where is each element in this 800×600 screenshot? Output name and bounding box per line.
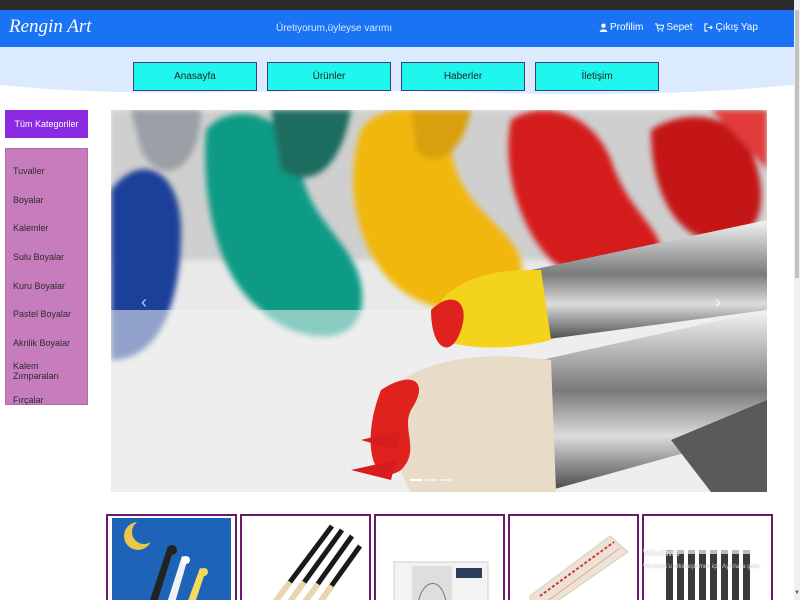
logout-icon	[704, 23, 714, 32]
navbar: Rengin Art Üretiyorum,üyleyse varımı Pro…	[0, 10, 794, 47]
pencil-set-image	[644, 516, 771, 600]
product-card-sketch-book[interactable]	[374, 514, 505, 600]
product-card-painted-brushes[interactable]	[106, 514, 237, 600]
menu-products-button[interactable]: Ürünler	[267, 62, 391, 91]
category-item-sulu-boyalar[interactable]: Sulu Boyalar	[6, 243, 87, 272]
scrollbar-thumb[interactable]	[795, 10, 799, 278]
category-item-kalemler[interactable]: Kalemler	[6, 214, 87, 243]
profile-link-label: Profilim	[610, 22, 644, 33]
logout-link-label: Çıkış Yap	[715, 22, 758, 33]
category-item-kuru-boyalar[interactable]: Kuru Boyalar	[6, 271, 87, 300]
painted-brushes-image	[112, 518, 231, 600]
brush-set-image	[242, 516, 369, 600]
slogan: Üretiyorum,üyleyse varımı	[276, 23, 393, 34]
carousel-indicator-2[interactable]	[425, 479, 437, 481]
all-categories-button[interactable]: Tüm Kategoriler	[5, 110, 88, 138]
cart-link[interactable]: Sepet	[655, 22, 692, 33]
browser-top-strip	[0, 0, 800, 10]
menu-contact-button[interactable]: İletişim	[535, 62, 659, 91]
category-item-tuvaller[interactable]: Tuvaller	[6, 157, 87, 186]
carousel-indicator-1[interactable]	[410, 479, 422, 481]
hero-slide-image	[111, 110, 767, 492]
carousel-prev-button[interactable]: ‹	[141, 292, 147, 313]
user-icon	[599, 23, 608, 32]
cart-link-label: Sepet	[666, 22, 693, 33]
windows-activation-watermark-detail: Windows'u etkinleştirmek için Ayarlar'a …	[643, 564, 762, 570]
chevron-right-icon: ›	[715, 292, 721, 312]
category-item-akrilik-boyalar[interactable]: Akrilik Boyalar	[6, 329, 87, 358]
carousel-indicators	[410, 479, 452, 481]
category-item-fircalar[interactable]: Fırçalar	[6, 386, 87, 415]
windows-activation-watermark: Windows	[643, 548, 680, 558]
logout-link[interactable]: Çıkış Yap	[704, 22, 758, 33]
brush-roll-case-image	[510, 516, 637, 600]
brand-logo[interactable]: Rengin Art	[9, 16, 92, 38]
sketch-book-image	[376, 516, 503, 600]
profile-link[interactable]: Profilim	[599, 22, 643, 33]
category-item-kalem-zimparalari[interactable]: Kalem Zımparaları	[6, 357, 87, 386]
menu-news-button[interactable]: Haberler	[401, 62, 525, 91]
category-item-pastel-boyalar[interactable]: Pastel Boyalar	[6, 300, 87, 329]
carousel-next-button[interactable]: ›	[715, 292, 721, 313]
hero-carousel[interactable]: ‹ ›	[111, 110, 767, 492]
product-card-brush-roll-case[interactable]	[508, 514, 639, 600]
carousel-indicator-3[interactable]	[440, 479, 452, 481]
cart-icon	[655, 23, 665, 32]
category-item-boyalar[interactable]: Boyalar	[6, 186, 87, 215]
main-menu: Anasayfa Ürünler Haberler İletişim	[133, 62, 659, 91]
chevron-left-icon: ‹	[141, 292, 147, 312]
menu-home-button[interactable]: Anasayfa	[133, 62, 257, 91]
product-card-brush-set[interactable]	[240, 514, 371, 600]
scroll-down-arrow-icon[interactable]: ▼	[794, 590, 800, 598]
category-list: Tuvaller Boyalar Kalemler Sulu Boyalar K…	[5, 148, 88, 405]
user-links: Profilim Sepet Çıkış Yap	[599, 22, 758, 33]
